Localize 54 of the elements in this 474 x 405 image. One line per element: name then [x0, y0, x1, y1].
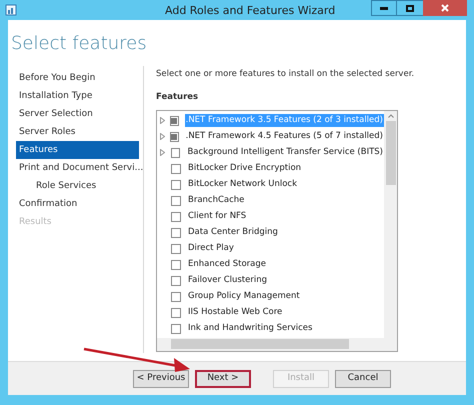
- nav-item[interactable]: Installation Type: [16, 87, 139, 105]
- wizard-button[interactable]: Next >: [195, 370, 251, 388]
- feature-item[interactable]: IIS Hostable Web Core: [187, 306, 284, 319]
- window-title: Add Roles and Features Wizard: [165, 3, 336, 19]
- checkbox[interactable]: [171, 276, 181, 286]
- scroll-up-icon[interactable]: [388, 114, 394, 118]
- feature-item[interactable]: BranchCache: [187, 194, 246, 207]
- nav-item[interactable]: Before You Begin: [16, 69, 139, 87]
- feature-item[interactable]: Data Center Bridging: [187, 226, 279, 239]
- feature-item[interactable]: Client for NFS: [187, 210, 248, 223]
- maximize-button[interactable]: [397, 0, 423, 16]
- feature-item[interactable]: Ink and Handwriting Services: [187, 322, 314, 335]
- feature-item[interactable]: Failover Clustering: [187, 274, 268, 287]
- nav-item[interactable]: Features: [16, 141, 139, 159]
- vertical-scrollbar[interactable]: [384, 110, 397, 338]
- checkbox[interactable]: [171, 180, 181, 190]
- feature-item[interactable]: Enhanced Storage: [187, 258, 267, 271]
- close-button[interactable]: [423, 0, 467, 16]
- expand-icon[interactable]: [160, 149, 165, 156]
- minimize-button[interactable]: [371, 0, 397, 16]
- checkbox[interactable]: [170, 132, 179, 142]
- feature-item[interactable]: .NET Framework 4.5 Features (5 of 7 installed): [184, 130, 384, 143]
- checkbox[interactable]: [171, 196, 181, 206]
- feature-item[interactable]: BitLocker Network Unlock: [187, 178, 298, 191]
- expand-icon[interactable]: [160, 117, 165, 124]
- close-icon: [441, 4, 449, 12]
- checkbox[interactable]: [171, 260, 181, 270]
- expand-icon[interactable]: [160, 133, 165, 140]
- feature-item[interactable]: Background Intelligent Transfer Service (BITS): [186, 146, 384, 159]
- checkbox[interactable]: [170, 116, 179, 126]
- checkbox[interactable]: [171, 244, 181, 254]
- scroll-thumb[interactable]: [386, 120, 396, 184]
- feature-item[interactable]: Direct Play: [187, 242, 235, 255]
- nav-item[interactable]: Server Roles: [16, 123, 139, 141]
- checkbox[interactable]: [171, 228, 181, 238]
- page-heading: Select features: [10, 32, 148, 56]
- nav-item[interactable]: Server Selection: [16, 105, 139, 123]
- checkbox[interactable]: [171, 212, 181, 222]
- feature-item[interactable]: BitLocker Drive Encryption: [187, 162, 302, 175]
- checkbox[interactable]: [171, 308, 181, 318]
- checkbox[interactable]: [171, 324, 181, 334]
- nav-item[interactable]: Confirmation: [16, 195, 139, 213]
- app-icon: [5, 4, 17, 16]
- nav-item[interactable]: Role Services: [16, 177, 139, 195]
- scroll-thumb[interactable]: [171, 339, 349, 349]
- feature-item[interactable]: Group Policy Management: [187, 290, 301, 303]
- checkbox[interactable]: [171, 292, 181, 302]
- features-label: Features: [156, 90, 200, 104]
- checkbox[interactable]: [171, 164, 181, 174]
- horizontal-scrollbar[interactable]: [157, 338, 397, 350]
- checkbox[interactable]: [170, 148, 180, 158]
- wizard-button[interactable]: < Previous: [133, 370, 189, 388]
- description-text: Select one or more features to install on the selected server.: [156, 68, 416, 81]
- wizard-button[interactable]: Cancel: [335, 370, 391, 388]
